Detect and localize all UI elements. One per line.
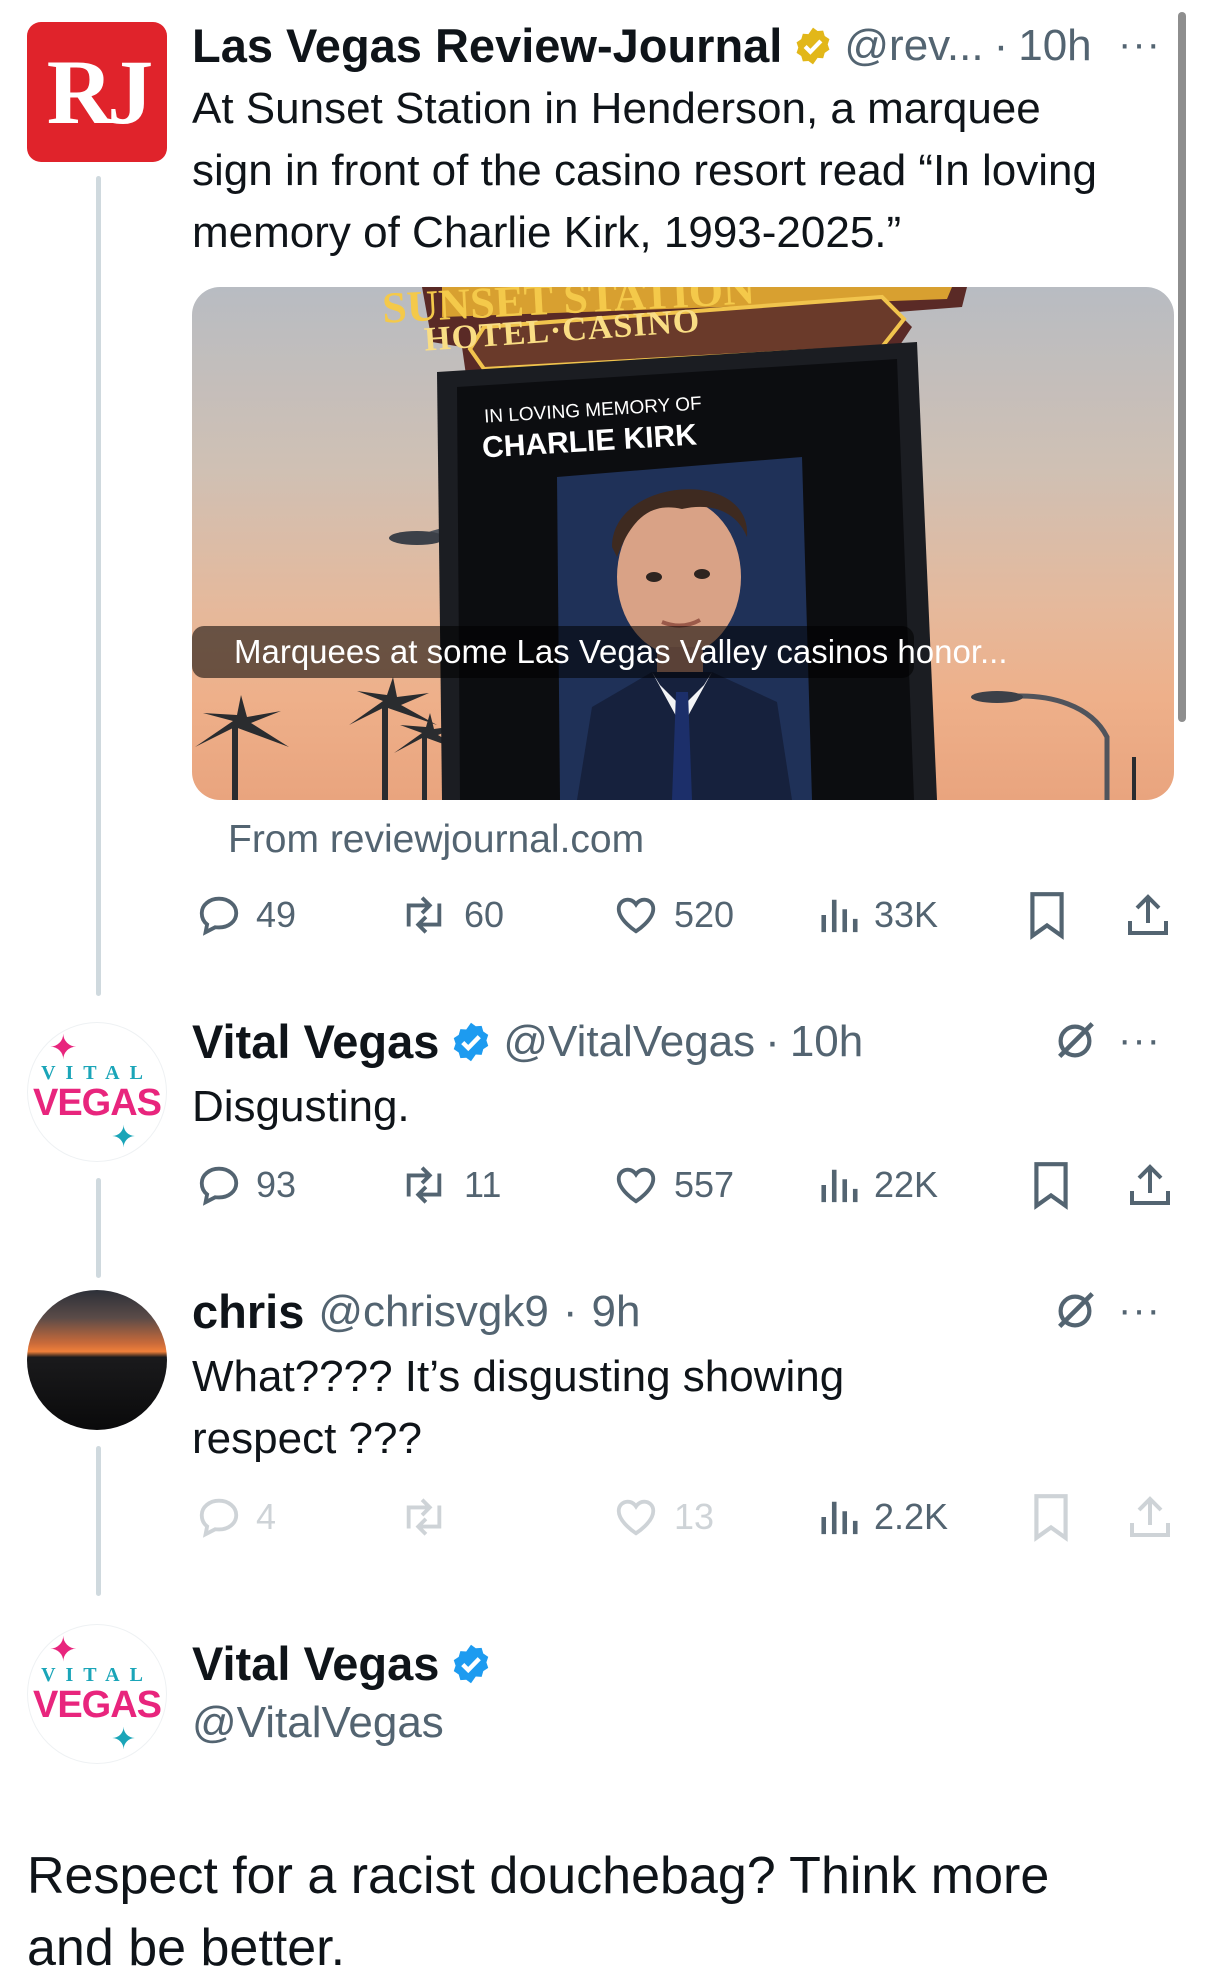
more-options-icon[interactable]: ··· — [1118, 22, 1161, 67]
repost-button[interactable] — [398, 1494, 464, 1540]
like-button[interactable]: 557 — [612, 1162, 734, 1208]
repost-count: 60 — [464, 894, 505, 935]
timestamp[interactable]: 10h — [790, 1017, 863, 1067]
tweet-header: Las Vegas Review-Journal @rev... · 10h — [192, 18, 1092, 73]
bookmark-icon[interactable] — [1026, 890, 1068, 940]
author-handle[interactable]: @chrisvgk9 — [318, 1287, 549, 1337]
thread-line — [96, 1446, 101, 1596]
separator-dot: · — [562, 1286, 578, 1336]
card-source[interactable]: From reviewjournal.com — [228, 818, 644, 862]
views-button[interactable]: 22K — [818, 1162, 938, 1208]
more-options-icon[interactable]: ··· — [1118, 1288, 1161, 1333]
vv-logo-bottom: VEGAS — [32, 1684, 162, 1726]
reply-button[interactable]: 4 — [196, 1494, 276, 1540]
bookmark-icon[interactable] — [1030, 1160, 1072, 1210]
card-photo — [192, 287, 1136, 800]
author-handle[interactable]: @VitalVegas — [192, 1698, 444, 1748]
author-handle[interactable]: @VitalVegas — [503, 1017, 755, 1067]
views-icon — [821, 1169, 858, 1203]
share-icon[interactable] — [1124, 890, 1172, 940]
like-button[interactable]: 13 — [612, 1494, 714, 1540]
repost-icon — [406, 896, 442, 934]
author-handle[interactable]: @rev... — [844, 21, 983, 71]
separator-dot: · — [765, 1016, 780, 1066]
reply-icon — [199, 1166, 239, 1206]
reply-icon — [199, 896, 239, 936]
avatar-chris[interactable] — [27, 1290, 167, 1430]
tweet-text: What???? It’s disgusting showing respect… — [192, 1352, 845, 1463]
views-icon — [821, 1501, 858, 1535]
tweet-header: chris @chrisvgk9 · 9h — [192, 1284, 640, 1339]
tweet-text: At Sunset Station in Henderson, a marque… — [192, 84, 1097, 257]
views-count: 33K — [874, 894, 939, 935]
grok-icon[interactable] — [1052, 1288, 1098, 1334]
repost-icon — [406, 1498, 442, 1536]
reply-count: 4 — [256, 1496, 277, 1537]
author-name[interactable]: Las Vegas Review-Journal — [192, 18, 782, 73]
tweet-header: Vital Vegas @VitalVegas · 10h — [192, 1014, 863, 1069]
reply-button[interactable]: 93 — [196, 1162, 296, 1208]
scrollbar[interactable] — [1178, 12, 1186, 722]
thread-line — [96, 176, 101, 996]
avatar-vitalvegas[interactable]: ✦ VITAL VEGAS ✦ — [27, 1624, 167, 1764]
heart-icon — [616, 1499, 656, 1536]
like-count: 557 — [674, 1164, 735, 1205]
repost-button[interactable]: 60 — [398, 892, 504, 938]
verified-gold-icon — [796, 27, 830, 64]
tweet-text: Disgusting. — [192, 1082, 410, 1131]
like-button[interactable]: 520 — [612, 892, 734, 938]
card-caption: Marquees at some Las Vegas Valley casino… — [234, 633, 1008, 670]
heart-icon — [616, 897, 656, 934]
reply-count: 49 — [256, 894, 297, 935]
sparkle-icon: ✦ — [111, 1723, 137, 1756]
repost-count: 11 — [464, 1164, 502, 1205]
views-icon — [821, 899, 858, 933]
share-icon[interactable] — [1126, 1160, 1174, 1210]
tweet-text: Respect for a racist douchebag? Think mo… — [27, 1847, 1050, 1977]
views-count: 22K — [874, 1164, 939, 1205]
like-count: 13 — [674, 1496, 715, 1537]
grok-icon[interactable] — [1052, 1018, 1098, 1064]
repost-icon — [406, 1166, 442, 1204]
share-icon[interactable] — [1126, 1492, 1174, 1542]
author-name[interactable]: chris — [192, 1284, 304, 1339]
views-count: 2.2K — [874, 1496, 949, 1537]
timestamp[interactable]: 10h — [1018, 21, 1091, 71]
reply-button[interactable]: 49 — [196, 892, 296, 938]
bookmark-icon[interactable] — [1030, 1492, 1072, 1542]
reply-count: 93 — [256, 1164, 297, 1205]
separator-dot: · — [993, 20, 1009, 70]
author-name[interactable]: Vital Vegas — [192, 1014, 439, 1069]
vv-logo-bottom: VEGAS — [32, 1082, 162, 1124]
heart-icon — [616, 1167, 656, 1204]
more-options-icon[interactable]: ··· — [1118, 1018, 1161, 1063]
verified-blue-icon — [454, 1644, 489, 1683]
verified-blue-icon — [454, 1022, 489, 1061]
views-button[interactable]: 2.2K — [818, 1494, 948, 1540]
repost-button[interactable]: 11 — [398, 1162, 501, 1208]
link-card[interactable]: SUNSET STATION HOTEL·CASINO IN LOVING ME… — [192, 287, 1174, 800]
avatar-rj[interactable]: RJ — [27, 22, 167, 162]
thread-line — [96, 1178, 101, 1278]
avatar-vitalvegas[interactable]: ✦ VITAL VEGAS ✦ — [27, 1022, 167, 1162]
like-count: 520 — [674, 894, 735, 935]
timestamp[interactable]: 9h — [592, 1287, 641, 1337]
sparkle-icon: ✦ — [111, 1121, 137, 1154]
author-name[interactable]: Vital Vegas — [192, 1636, 439, 1691]
reply-icon — [199, 1498, 239, 1538]
rj-logo-text: RJ — [46, 41, 153, 143]
tweet-header: Vital Vegas — [192, 1636, 493, 1691]
views-button[interactable]: 33K — [818, 892, 938, 938]
